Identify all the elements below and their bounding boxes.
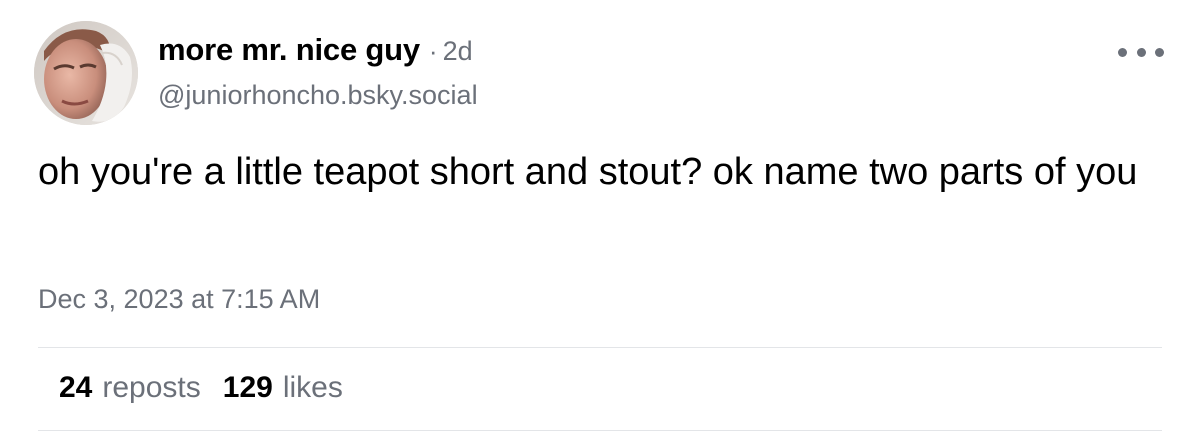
likes-count: 129 — [222, 371, 273, 404]
reposts-count: 24 — [59, 371, 93, 404]
avatar[interactable] — [34, 21, 138, 125]
post-age[interactable]: 2d — [443, 36, 473, 67]
author-handle[interactable]: @juniorhoncho.bsky.social — [158, 80, 478, 111]
post-text: oh you're a little teapot short and stou… — [38, 151, 1138, 193]
more-dot — [1155, 47, 1164, 57]
reposts-stat[interactable]: 24 reposts — [59, 371, 201, 405]
more-dot — [1136, 47, 1146, 57]
post-card: more mr. nice guy · 2d @juniorhoncho.bsk… — [0, 0, 1198, 438]
divider — [38, 347, 1162, 348]
more-horizontal-icon[interactable] — [1118, 40, 1164, 64]
likes-label: likes — [282, 371, 343, 404]
post-stats: 24 reposts 129 likes — [59, 371, 343, 405]
avatar-image — [34, 21, 138, 125]
post-timestamp: Dec 3, 2023 at 7:15 AM — [38, 284, 321, 314]
divider — [38, 430, 1162, 431]
reposts-label: reposts — [102, 371, 201, 404]
more-dot — [1118, 47, 1127, 57]
post-header: more mr. nice guy · 2d — [158, 32, 1078, 72]
author-display-name[interactable]: more mr. nice guy — [158, 32, 420, 68]
separator-dot: · — [428, 36, 438, 66]
likes-stat[interactable]: 129 likes — [223, 371, 343, 405]
